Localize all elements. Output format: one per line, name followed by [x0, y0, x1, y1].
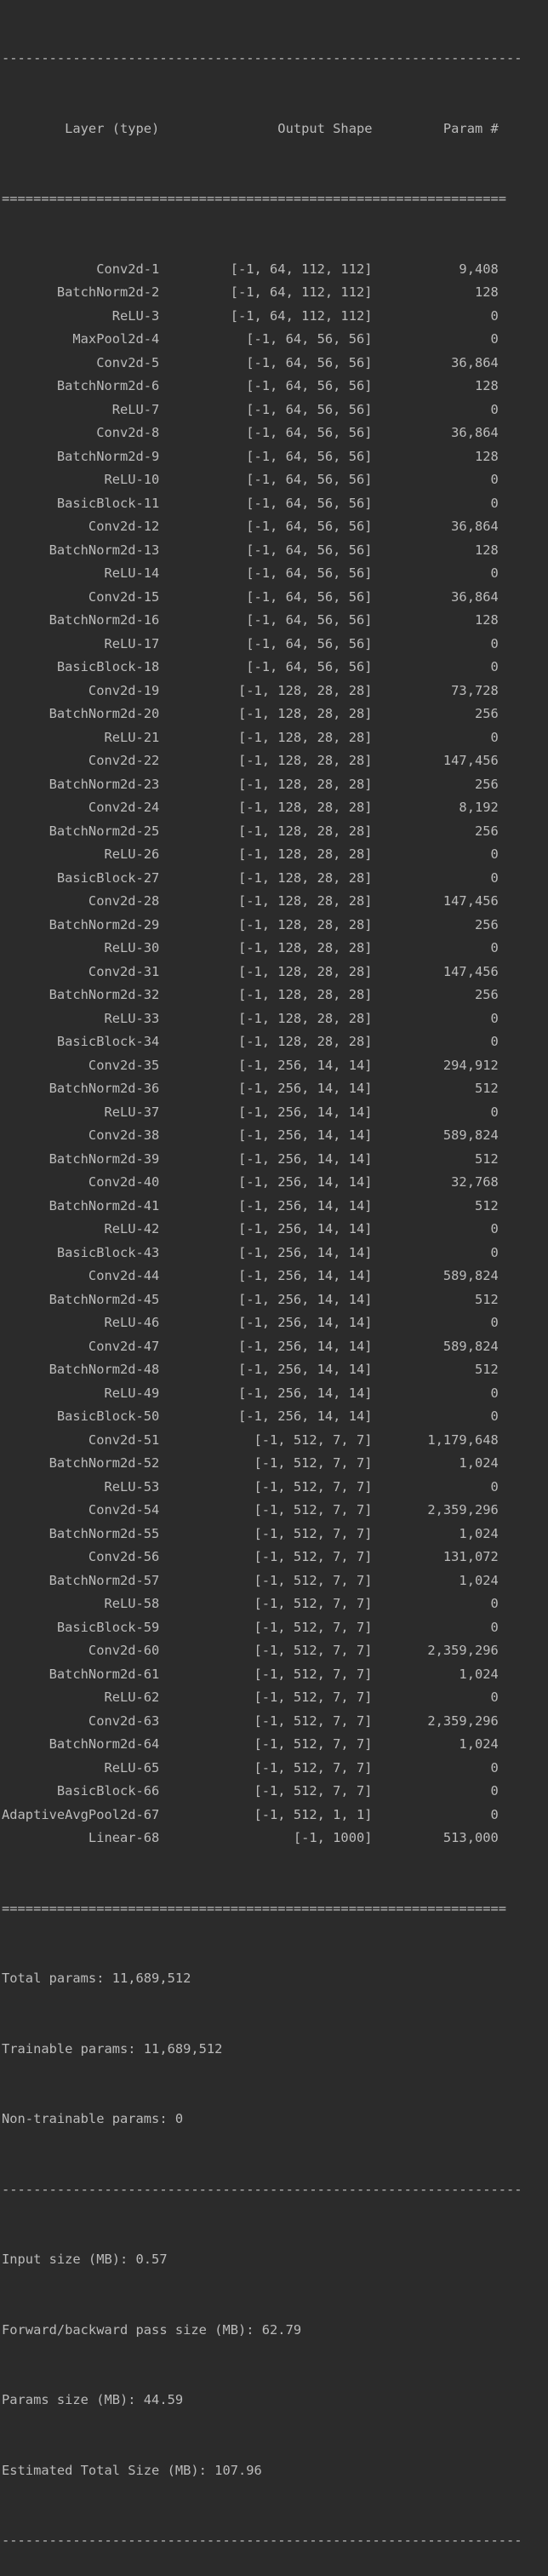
table-row: BatchNorm2d-57 [-1, 512, 7, 7] 1,024: [2, 1572, 499, 1588]
table-row: BatchNorm2d-13 [-1, 64, 56, 56] 128: [2, 542, 499, 558]
table-row: Conv2d-5 [-1, 64, 56, 56] 36,864: [2, 354, 499, 370]
table-row: BasicBlock-59 [-1, 512, 7, 7] 0: [2, 1619, 499, 1635]
table-row: Conv2d-40 [-1, 256, 14, 14] 32,768: [2, 1174, 499, 1190]
header-double-rule: ========================================…: [2, 191, 507, 206]
table-row: Conv2d-38 [-1, 256, 14, 14] 589,824: [2, 1127, 499, 1143]
total-params: Total params: 11,689,512: [2, 1971, 191, 1986]
table-row: Conv2d-31 [-1, 128, 28, 28] 147,456: [2, 963, 499, 979]
table-row: Conv2d-51 [-1, 512, 7, 7] 1,179,648: [2, 1431, 499, 1448]
table-row: MaxPool2d-4 [-1, 64, 56, 56] 0: [2, 331, 499, 347]
table-row: BatchNorm2d-9 [-1, 64, 56, 56] 128: [2, 448, 499, 464]
estimated-total-size: Estimated Total Size (MB): 107.96: [2, 2462, 262, 2478]
table-row: ReLU-10 [-1, 64, 56, 56] 0: [2, 472, 499, 487]
table-row: BasicBlock-27 [-1, 128, 28, 28] 0: [2, 869, 499, 886]
table-row: BatchNorm2d-2 [-1, 64, 112, 112] 128: [2, 284, 499, 300]
table-row: Conv2d-35 [-1, 256, 14, 14] 294,912: [2, 1057, 499, 1073]
table-row: ReLU-65 [-1, 512, 7, 7] 0: [2, 1759, 499, 1776]
table-row: ReLU-42 [-1, 256, 14, 14] 0: [2, 1221, 499, 1236]
table-row: BatchNorm2d-45 [-1, 256, 14, 14] 512: [2, 1291, 499, 1307]
table-row: BasicBlock-50 [-1, 256, 14, 14] 0: [2, 1408, 499, 1424]
table-row: ReLU-58 [-1, 512, 7, 7] 0: [2, 1596, 499, 1611]
table-row: BatchNorm2d-16 [-1, 64, 56, 56] 128: [2, 612, 499, 628]
table-row: ReLU-49 [-1, 256, 14, 14] 0: [2, 1385, 499, 1401]
params-size: Params size (MB): 44.59: [2, 2392, 184, 2407]
table-row: Conv2d-28 [-1, 128, 28, 28] 147,456: [2, 893, 499, 909]
table-row: AdaptiveAvgPool2d-67 [-1, 512, 1, 1] 0: [2, 1806, 499, 1822]
table-row: BasicBlock-66 [-1, 512, 7, 7] 0: [2, 1783, 499, 1799]
table-row: BatchNorm2d-29 [-1, 128, 28, 28] 256: [2, 916, 499, 932]
table-row: BatchNorm2d-25 [-1, 128, 28, 28] 256: [2, 823, 499, 839]
table-row: Conv2d-1 [-1, 64, 112, 112] 9,408: [2, 261, 499, 277]
table-row: BasicBlock-43 [-1, 256, 14, 14] 0: [2, 1244, 499, 1260]
table-row: Conv2d-15 [-1, 64, 56, 56] 36,864: [2, 588, 499, 605]
table-row: Conv2d-19 [-1, 128, 28, 28] 73,728: [2, 682, 499, 698]
table-header: Layer (type) Output Shape Param #: [2, 120, 499, 136]
table-row: BasicBlock-34 [-1, 128, 28, 28] 0: [2, 1034, 499, 1049]
table-row: Conv2d-47 [-1, 256, 14, 14] 589,824: [2, 1338, 499, 1354]
table-row: Conv2d-44 [-1, 256, 14, 14] 589,824: [2, 1268, 499, 1283]
table-row: BatchNorm2d-41 [-1, 256, 14, 14] 512: [2, 1197, 499, 1213]
table-row: ReLU-37 [-1, 256, 14, 14] 0: [2, 1104, 499, 1120]
non-trainable-params: Non-trainable params: 0: [2, 2111, 184, 2126]
table-row: Conv2d-8 [-1, 64, 56, 56] 36,864: [2, 425, 499, 440]
footer-double-rule: ========================================…: [2, 1900, 507, 1916]
table-row: ReLU-62 [-1, 512, 7, 7] 0: [2, 1690, 499, 1705]
table-row: BatchNorm2d-6 [-1, 64, 56, 56] 128: [2, 378, 499, 393]
console-output: ----------------------------------------…: [2, 0, 546, 2576]
table-row: Conv2d-60 [-1, 512, 7, 7] 2,359,296: [2, 1643, 499, 1658]
table-row: BatchNorm2d-23 [-1, 128, 28, 28] 256: [2, 776, 499, 792]
table-row: ReLU-21 [-1, 128, 28, 28] 0: [2, 729, 499, 745]
table-row: Conv2d-12 [-1, 64, 56, 56] 36,864: [2, 519, 499, 534]
table-row: BatchNorm2d-36 [-1, 256, 14, 14] 512: [2, 1081, 499, 1096]
table-row: ReLU-17 [-1, 64, 56, 56] 0: [2, 635, 499, 651]
table-row: ReLU-14 [-1, 64, 56, 56] 0: [2, 565, 499, 581]
input-size: Input size (MB): 0.57: [2, 2252, 168, 2267]
forward-backward-size: Forward/backward pass size (MB): 62.79: [2, 2321, 302, 2338]
table-row: ReLU-30 [-1, 128, 28, 28] 0: [2, 940, 499, 955]
table-row: BatchNorm2d-20 [-1, 128, 28, 28] 256: [2, 706, 499, 721]
table-row: BatchNorm2d-32 [-1, 128, 28, 28] 256: [2, 987, 499, 1002]
table-row: ReLU-26 [-1, 128, 28, 28] 0: [2, 846, 499, 862]
table-row: Conv2d-63 [-1, 512, 7, 7] 2,359,296: [2, 1713, 499, 1729]
bottom-rule: ----------------------------------------…: [2, 2533, 522, 2548]
summary-rule: ----------------------------------------…: [2, 2181, 522, 2197]
table-row: Linear-68 [-1, 1000] 513,000: [2, 1830, 499, 1845]
trainable-params: Trainable params: 11,689,512: [2, 2040, 223, 2057]
table-row: BatchNorm2d-55 [-1, 512, 7, 7] 1,024: [2, 1525, 499, 1541]
table-row: ReLU-46 [-1, 256, 14, 14] 0: [2, 1315, 499, 1330]
table-row: BasicBlock-18 [-1, 64, 56, 56] 0: [2, 659, 499, 674]
table-row: Conv2d-54 [-1, 512, 7, 7] 2,359,296: [2, 1502, 499, 1517]
table-row: Conv2d-22 [-1, 128, 28, 28] 147,456: [2, 753, 499, 768]
table-row: BatchNorm2d-48 [-1, 256, 14, 14] 512: [2, 1362, 499, 1377]
table-row: BatchNorm2d-39 [-1, 256, 14, 14] 512: [2, 1150, 499, 1167]
table-row: BatchNorm2d-61 [-1, 512, 7, 7] 1,024: [2, 1666, 499, 1682]
table-row: Conv2d-56 [-1, 512, 7, 7] 131,072: [2, 1549, 499, 1564]
top-rule: ----------------------------------------…: [2, 50, 522, 66]
layer-table: Conv2d-1 [-1, 64, 112, 112] 9,408 BatchN…: [2, 258, 546, 1850]
table-row: ReLU-7 [-1, 64, 56, 56] 0: [2, 401, 499, 417]
table-row: ReLU-33 [-1, 128, 28, 28] 0: [2, 1010, 499, 1026]
table-row: Conv2d-24 [-1, 128, 28, 28] 8,192: [2, 800, 499, 815]
table-row: BasicBlock-11 [-1, 64, 56, 56] 0: [2, 495, 499, 511]
table-row: ReLU-53 [-1, 512, 7, 7] 0: [2, 1478, 499, 1495]
table-row: BatchNorm2d-64 [-1, 512, 7, 7] 1,024: [2, 1736, 499, 1752]
table-row: BatchNorm2d-52 [-1, 512, 7, 7] 1,024: [2, 1455, 499, 1471]
table-row: ReLU-3 [-1, 64, 112, 112] 0: [2, 307, 499, 324]
